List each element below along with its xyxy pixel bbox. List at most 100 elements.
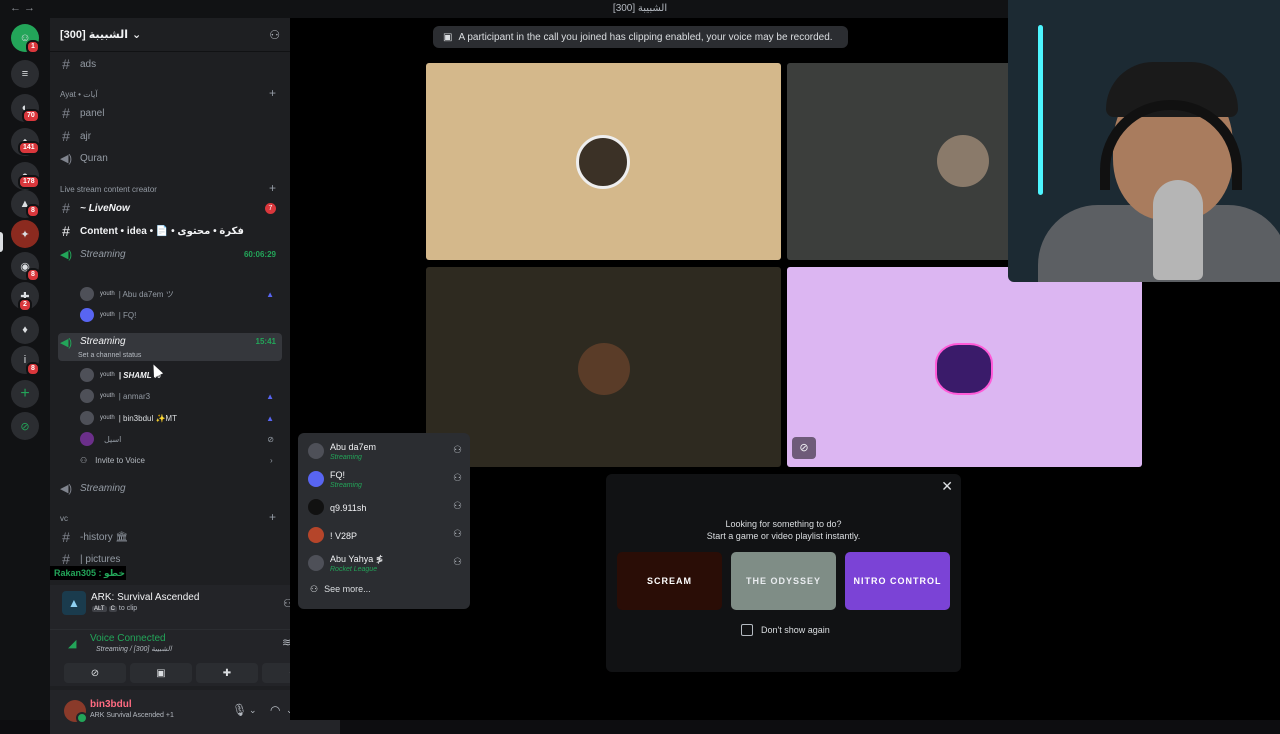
plus-icon: + — [20, 385, 30, 402]
channel-ads[interactable]: # ads — [58, 54, 282, 74]
screen-share-icon: ▣ — [156, 667, 166, 679]
voice-user[interactable]: اسيل ⊘ — [80, 430, 280, 448]
add-server-button[interactable]: + — [11, 380, 39, 408]
add-user-icon[interactable]: ⚇ — [453, 529, 462, 540]
category-vc[interactable]: vc — [60, 514, 68, 523]
channel-list: # ads Ayat • آيات + # panel # ajr ◀) Quran L… — [50, 52, 290, 568]
voice-user[interactable]: youth | anmar3 ▲ — [80, 387, 280, 405]
see-more-link[interactable]: ⚇ See more... — [310, 584, 371, 595]
channel-label: ajr — [80, 130, 92, 142]
voice-user[interactable]: youth | SHAML % — [80, 366, 280, 384]
clip-hint: ALT Cto clip — [92, 605, 137, 612]
unread-badge: 7 — [265, 202, 276, 214]
participant-name: FQ! — [330, 470, 345, 480]
channel-livenow[interactable]: # ~ LiveNow 7 — [58, 198, 282, 218]
add-user-icon[interactable]: ⚇ — [453, 445, 462, 456]
activity-card[interactable]: THE ODYSSEY — [731, 552, 836, 610]
avatar — [80, 287, 94, 301]
activity-card[interactable]: SCREAM — [617, 552, 722, 610]
microphone-icon[interactable]: 🎙 — [232, 703, 247, 717]
participant-item[interactable]: Abu Yahya ≸ Rocket League ⚇ — [308, 551, 464, 577]
avatar — [80, 411, 94, 425]
video-tile[interactable] — [426, 267, 781, 467]
channel-sidebar: الشبيبة [300] ⌄ ⚇ # ads Ayat • آيات + # pa… — [50, 18, 340, 734]
add-user-icon[interactable]: ⚇ — [453, 473, 462, 484]
user-name: | Abu da7em ツ — [118, 289, 174, 299]
channel-content-idea[interactable]: # Content • idea • 📄 • فكرة • محتوى — [58, 221, 282, 241]
channel-panel[interactable]: # panel — [58, 103, 282, 123]
server-header[interactable]: الشبيبة [300] ⌄ ⚇ — [50, 18, 290, 52]
category-live[interactable]: Live stream content creator — [60, 185, 157, 194]
guild-item[interactable]: ♦ — [11, 316, 39, 344]
invite-label: Invite to Voice — [95, 456, 145, 465]
activities-button[interactable]: ✚ — [196, 663, 258, 683]
voice-channel-streaming-1[interactable]: ◀) Streaming 60:06:29 — [58, 244, 282, 264]
add-member-icon[interactable]: ⚇ — [269, 28, 280, 42]
voice-user[interactable]: youth | bin3bdul ✨MT ▲ — [80, 409, 280, 427]
voice-timer: 15:41 — [255, 337, 276, 346]
camera-button[interactable]: ⊘ — [64, 663, 126, 683]
guild-badge: 141 — [18, 141, 40, 155]
add-user-icon[interactable]: ⚇ — [453, 501, 462, 512]
user-tag: youth — [100, 372, 115, 378]
voice-user[interactable]: youth | FQ! — [80, 306, 280, 324]
create-channel-icon[interactable]: + — [269, 86, 276, 100]
set-channel-status[interactable]: Set a channel status — [78, 352, 141, 359]
avatar — [80, 368, 94, 382]
channel-ajr[interactable]: # ajr — [58, 126, 282, 146]
participant-name: Abu da7em — [330, 442, 377, 452]
dont-show-checkbox[interactable] — [741, 624, 753, 636]
avatar — [80, 308, 94, 322]
participant-name: ! V28P — [330, 531, 358, 541]
voice-user[interactable]: youth | Abu da7em ツ ▲ — [80, 285, 280, 303]
channel-history[interactable]: # -history 🏛 — [58, 527, 282, 547]
guild-icon: ✦ — [20, 228, 30, 241]
add-user-icon[interactable]: ⚇ — [453, 557, 462, 568]
channel-label: panel — [80, 107, 105, 119]
discover-button[interactable]: ⊘ — [11, 412, 39, 440]
guild-item-active[interactable]: ✦ — [11, 220, 39, 248]
hash-icon: # — [62, 200, 70, 216]
video-tile[interactable] — [426, 63, 781, 260]
user-name[interactable]: bin3bdul — [90, 699, 132, 710]
voice-status[interactable]: Voice Connected — [90, 633, 166, 644]
video-tile[interactable]: ⊘ — [787, 267, 1142, 467]
activity-card[interactable]: NITRO CONTROL — [845, 552, 950, 610]
voice-channel-streaming-3[interactable]: ◀) Streaming — [58, 478, 282, 498]
participant-name: Abu Yahya ≸ — [330, 554, 384, 564]
user-name: | anmar3 — [118, 391, 151, 401]
headphones-icon[interactable]: ◠ — [270, 703, 280, 717]
participant-status: Streaming — [330, 454, 362, 461]
category-ayat[interactable]: Ayat • آيات — [60, 90, 98, 99]
neon-light — [1038, 25, 1043, 195]
chevron-down-icon[interactable]: ⌄ — [249, 705, 257, 716]
invite-to-voice[interactable]: ⚇ Invite to Voice › — [80, 456, 273, 465]
guild-item[interactable]: ≡ — [11, 60, 39, 88]
user-name: اسيل — [104, 434, 122, 444]
close-icon[interactable]: ✕ — [941, 478, 953, 495]
guild-badge: 178 — [18, 175, 40, 189]
hash-icon: # — [62, 128, 70, 144]
channel-label: | pictures — [80, 553, 121, 565]
signal-icon[interactable]: ◢ — [68, 637, 76, 650]
avatar[interactable] — [64, 700, 88, 724]
channel-quran[interactable]: ◀) Quran — [58, 148, 282, 168]
create-channel-icon[interactable]: + — [269, 510, 276, 524]
activity-card-title: THE ODYSSEY — [745, 576, 821, 586]
participant-item[interactable]: q9.911sh ⚇ — [308, 495, 464, 521]
participant-item[interactable]: ! V28P ⚇ — [308, 523, 464, 549]
participant-item[interactable]: FQ! Streaming ⚇ — [308, 467, 464, 493]
participant-item[interactable]: Abu da7em Streaming ⚇ — [308, 439, 464, 465]
hash-icon: # — [62, 551, 70, 567]
dont-show-label: Don't show again — [761, 625, 830, 635]
create-channel-icon[interactable]: + — [269, 181, 276, 195]
hash-icon: # — [62, 105, 70, 121]
guild-badge: 8 — [26, 268, 40, 282]
screen-share-button[interactable]: ▣ — [130, 663, 192, 683]
speaker-icon: ◀) — [59, 337, 73, 349]
channel-label: ads — [80, 58, 97, 70]
clipping-notice: ▣ A participant in the call you joined h… — [433, 26, 848, 48]
speaker-icon: ◀) — [59, 152, 73, 165]
voice-channel-info[interactable]: Streaming / الشبيبة [300] — [96, 645, 172, 653]
user-name: | FQ! — [118, 310, 137, 320]
